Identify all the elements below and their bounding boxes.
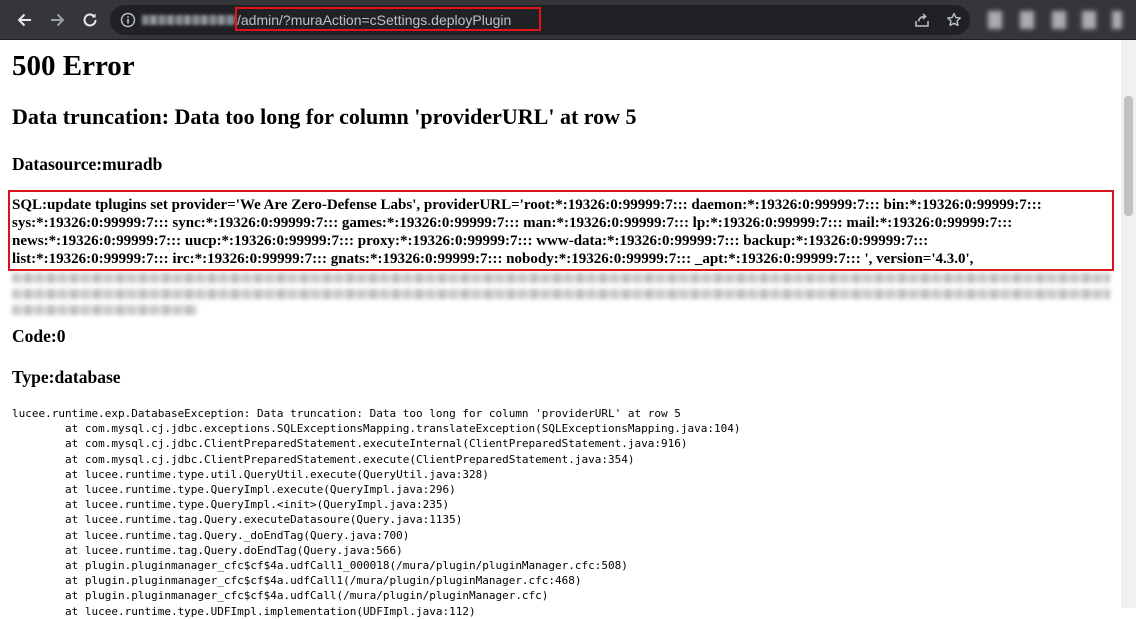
type-label: Type:database [12, 367, 121, 387]
datasource-label: Datasource:muradb [12, 154, 163, 174]
stack-line: at lucee.runtime.tag.Query.executeDataso… [12, 513, 463, 527]
reload-icon[interactable] [78, 8, 102, 32]
scrollbar-thumb[interactable] [1124, 96, 1133, 216]
back-arrow-icon[interactable] [12, 8, 36, 32]
sql-line: SQL:update tplugins set provider='We Are… [12, 197, 1042, 213]
stack-trace: lucee.runtime.exp.DatabaseException: Dat… [12, 406, 740, 619]
browser-toolbar: /admin/?muraAction=cSettings.deployPlugi… [0, 0, 1136, 40]
stack-line: at com.mysql.cj.jdbc.ClientPreparedState… [12, 452, 635, 466]
redacted-host [142, 15, 236, 25]
extension-icon[interactable] [1082, 11, 1096, 29]
extension-icon[interactable] [1052, 11, 1066, 29]
stack-line: at lucee.runtime.tag.Query._doEndTag(Que… [12, 528, 410, 542]
stack-line: at com.mysql.cj.jdbc.exceptions.SQLExcep… [12, 422, 741, 436]
extension-icon[interactable] [988, 11, 1002, 29]
stack-line: at lucee.runtime.type.UDFImpl.implementa… [12, 604, 476, 618]
stack-line: at lucee.runtime.type.util.QueryUtil.exe… [12, 467, 489, 481]
stack-line: lucee.runtime.exp.DatabaseException: Dat… [12, 407, 681, 420]
url-highlight-box [235, 7, 541, 31]
page-scrollbar[interactable] [1121, 40, 1136, 608]
star-icon[interactable] [946, 12, 962, 33]
code-label: Code:0 [12, 326, 66, 346]
address-bar[interactable]: /admin/?muraAction=cSettings.deployPlugi… [110, 5, 970, 35]
sql-line: sys:*:19326:0:99999:7::: sync:*:19326:0:… [12, 215, 1013, 231]
stack-line: at plugin.pluginmanager_cfc$cf$4a.udfCal… [12, 589, 549, 603]
redacted-text [12, 289, 1110, 299]
sql-line: news:*:19326:0:99999:7::: uucp:*:19326:0… [12, 233, 929, 249]
share-icon[interactable] [914, 12, 930, 33]
stack-line: at com.mysql.cj.jdbc.ClientPreparedState… [12, 437, 688, 451]
stack-line: at plugin.pluginmanager_cfc$cf$4a.udfCal… [12, 574, 582, 588]
forward-arrow-icon[interactable] [46, 8, 70, 32]
stack-line: at lucee.runtime.tag.Query.doEndTag(Quer… [12, 543, 403, 557]
redacted-text [12, 273, 1110, 283]
error-message: Data truncation: Data too long for colum… [12, 104, 637, 129]
stack-line: at lucee.runtime.type.QueryImpl.execute(… [12, 483, 456, 497]
sql-line: list:*:19326:0:99999:7::: irc:*:19326:0:… [12, 251, 974, 267]
extension-icon[interactable] [1020, 11, 1034, 29]
redacted-text [12, 305, 197, 315]
stack-line: at lucee.runtime.type.QueryImpl.<init>(Q… [12, 498, 450, 512]
menu-icon[interactable] [1112, 11, 1122, 29]
stack-line: at plugin.pluginmanager_cfc$cf$4a.udfCal… [12, 559, 628, 573]
info-icon[interactable] [120, 12, 136, 33]
page-title: 500 Error [12, 50, 135, 82]
